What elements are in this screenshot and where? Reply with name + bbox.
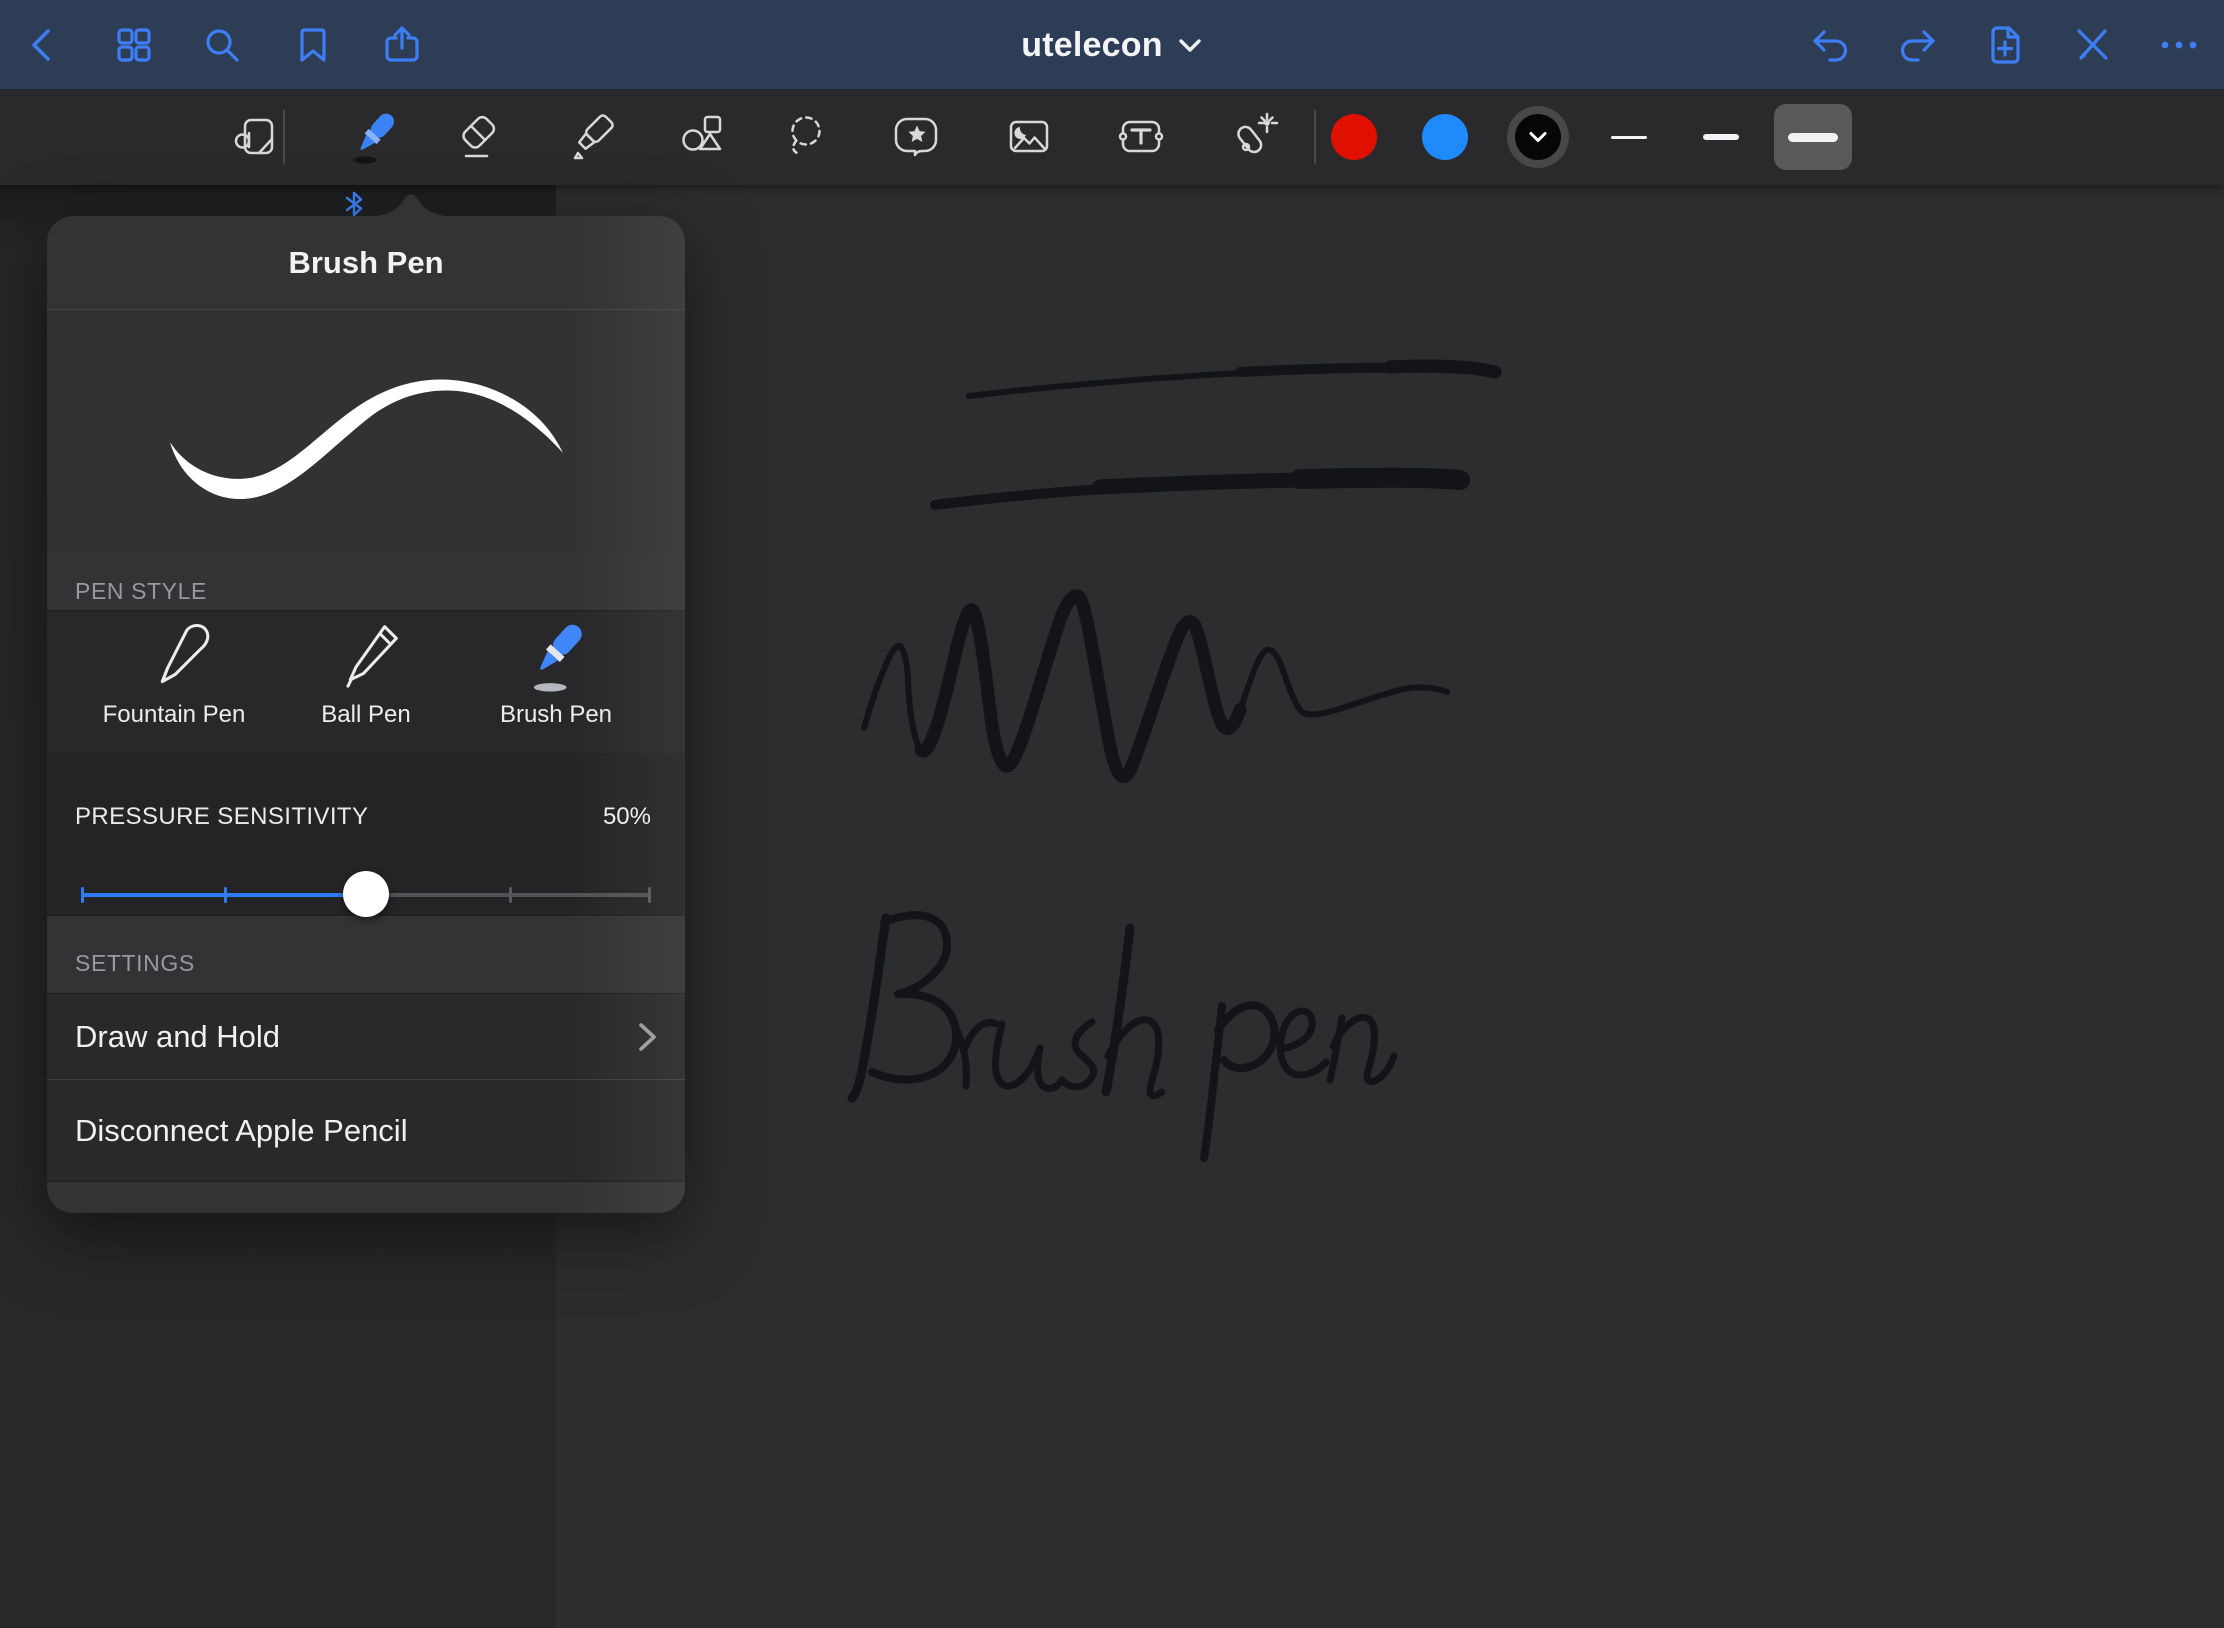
pointer-tool-button[interactable]: [1222, 102, 1288, 172]
thickness-medium-button[interactable]: [1682, 104, 1760, 170]
titlebar: utelecon: [0, 0, 2224, 90]
brush-pen-icon: [514, 615, 598, 699]
pen-tool-icon: [345, 108, 403, 166]
medium-line-glyph: [1703, 134, 1739, 140]
bookmark-icon: [291, 23, 335, 67]
text-tool-button[interactable]: [1108, 102, 1174, 172]
edit-mode-icon: [229, 111, 281, 163]
redo-button[interactable]: [1887, 15, 1947, 75]
pen-style-ball-pen[interactable]: Ball Pen: [281, 611, 451, 753]
eraser-tool-button[interactable]: [445, 102, 511, 172]
pressure-slider[interactable]: [81, 871, 651, 919]
fountain-pen-icon: [132, 615, 216, 699]
ball-pen-icon: [324, 615, 408, 699]
share-icon: [380, 23, 424, 67]
toolbar-divider: [283, 110, 285, 164]
add-page-button[interactable]: [1975, 15, 2035, 75]
pages-overview-icon: [112, 23, 156, 67]
pen-tool-button-selected[interactable]: [341, 102, 407, 172]
pen-style-section-label: PEN STYLE: [75, 578, 207, 605]
lasso-icon: [781, 111, 833, 163]
pressure-label: PRESSURE SENSITIVITY: [75, 803, 368, 831]
toolbar-divider: [1314, 110, 1316, 164]
search-button[interactable]: [192, 15, 252, 75]
draw-and-hold-label: Draw and Hold: [75, 1019, 280, 1055]
undo-button[interactable]: [1801, 15, 1861, 75]
redo-icon: [1894, 22, 1940, 68]
more-button[interactable]: [2149, 15, 2209, 75]
swatch-chevron-down-icon: [1527, 130, 1549, 144]
brush-pen-popover: Brush Pen PEN STYLE Fountain Pen: [47, 216, 685, 1213]
thick-line-glyph: [1788, 133, 1838, 142]
share-button[interactable]: [372, 15, 432, 75]
thickness-thick-button-selected[interactable]: [1774, 104, 1852, 170]
pen-style-label: Ball Pen: [321, 701, 410, 729]
slider-tick: [224, 887, 227, 903]
slider-thumb[interactable]: [343, 871, 389, 917]
pen-style-label: Fountain Pen: [103, 701, 246, 729]
brush-stroke-preview-glyph: [47, 310, 685, 553]
color-swatch-black-selected[interactable]: [1515, 114, 1561, 160]
add-page-icon: [1982, 22, 2028, 68]
title-chevron-down-icon[interactable]: [1177, 36, 1203, 54]
elements-tool-button[interactable]: [885, 102, 951, 172]
popover-title: Brush Pen: [288, 245, 443, 281]
app-window: utelecon: [0, 0, 2224, 1628]
shapes-tool-button[interactable]: [670, 102, 736, 172]
back-button[interactable]: [13, 15, 73, 75]
color-swatch-blue[interactable]: [1422, 114, 1468, 160]
disconnect-apple-pencil-label: Disconnect Apple Pencil: [75, 1113, 408, 1149]
thickness-thin-button[interactable]: [1590, 104, 1668, 170]
pressure-section: PRESSURE SENSITIVITY 50%: [47, 753, 685, 916]
stroke-preview: [47, 310, 685, 553]
text-icon: [1115, 111, 1167, 163]
pen-style-fountain-pen[interactable]: Fountain Pen: [89, 611, 259, 753]
pen-style-options-row: Fountain Pen Ball Pen: [47, 610, 685, 754]
settings-rows: Draw and Hold Disconnect Apple Pencil: [47, 993, 685, 1182]
eraser-icon: [452, 111, 504, 163]
laser-pointer-icon: [1229, 111, 1281, 163]
bookmark-button[interactable]: [283, 15, 343, 75]
undo-icon: [1808, 22, 1854, 68]
elements-sticker-icon: [892, 111, 944, 163]
highlighter-icon: [567, 111, 619, 163]
shapes-icon: [677, 111, 729, 163]
settings-section-label: SETTINGS: [75, 950, 195, 977]
thin-line-glyph: [1611, 136, 1647, 139]
stylus-cross-icon: [2069, 22, 2115, 68]
toolbar: [0, 90, 2224, 185]
document-title[interactable]: utelecon: [1021, 26, 1162, 65]
bluetooth-icon: [344, 190, 364, 218]
handwriting-strokes: [556, 185, 1671, 1628]
pen-style-label: Brush Pen: [500, 701, 612, 729]
slider-tick: [648, 887, 651, 903]
color-swatch-red[interactable]: [1331, 114, 1377, 160]
image-icon: [1003, 111, 1055, 163]
disconnect-apple-pencil-row[interactable]: Disconnect Apple Pencil: [47, 1080, 685, 1181]
more-icon: [2156, 22, 2202, 68]
pressure-value: 50%: [603, 803, 651, 831]
draw-and-hold-row[interactable]: Draw and Hold: [47, 994, 685, 1080]
popover-header: Brush Pen: [47, 216, 685, 310]
pen-style-brush-pen-selected[interactable]: Brush Pen: [471, 611, 641, 753]
popover-arrow: [363, 191, 459, 217]
slider-tick: [81, 887, 84, 903]
pages-overview-button[interactable]: [104, 15, 164, 75]
highlighter-tool-button[interactable]: [560, 102, 626, 172]
stylus-toggle-button[interactable]: [2062, 15, 2122, 75]
page-margin-right: [1671, 185, 2224, 1628]
edit-mode-button[interactable]: [222, 102, 288, 172]
back-icon: [21, 23, 65, 67]
search-icon: [200, 23, 244, 67]
lasso-tool-button[interactable]: [774, 102, 840, 172]
chevron-right-icon: [637, 1020, 659, 1054]
slider-tick: [509, 887, 512, 903]
image-tool-button[interactable]: [996, 102, 1062, 172]
